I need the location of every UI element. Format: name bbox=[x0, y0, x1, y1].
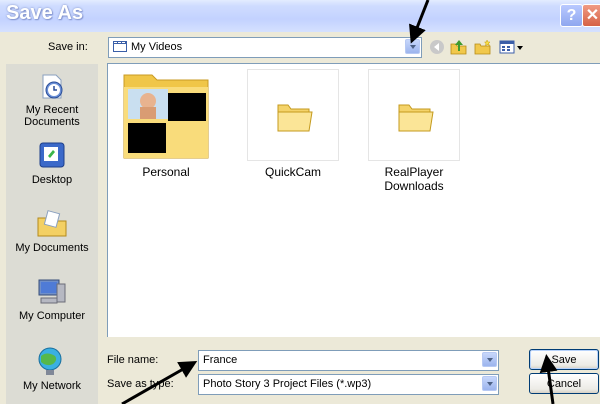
place-my-network[interactable]: My Network bbox=[6, 346, 98, 392]
folder-icon bbox=[247, 69, 339, 161]
place-desktop[interactable]: Desktop bbox=[6, 140, 98, 186]
photo-folder-icon bbox=[120, 69, 212, 161]
place-label: My Network bbox=[22, 380, 82, 392]
window-title: Save As bbox=[6, 2, 84, 24]
help-button[interactable]: ? bbox=[560, 4, 583, 27]
save-in-dropdown[interactable]: My Videos bbox=[108, 37, 422, 58]
save-button[interactable]: Save bbox=[529, 349, 599, 370]
desktop-icon bbox=[39, 142, 65, 168]
chevron-down-icon[interactable] bbox=[405, 39, 420, 54]
save-in-value: My Videos bbox=[131, 41, 183, 53]
place-label: My Computer bbox=[18, 310, 86, 322]
chevron-down-icon[interactable] bbox=[482, 376, 497, 391]
save-as-type-dropdown[interactable]: Photo Story 3 Project Files (*.wp3) bbox=[198, 374, 499, 395]
list-item[interactable]: QuickCam bbox=[245, 69, 341, 179]
video-folder-icon bbox=[113, 41, 127, 52]
places-bar: My Recent Documents Desktop My Documents… bbox=[6, 64, 98, 404]
file-name-label: File name: bbox=[107, 354, 159, 366]
recent-documents-icon bbox=[42, 74, 63, 99]
my-documents-icon bbox=[37, 210, 67, 237]
file-name-input[interactable]: France bbox=[198, 350, 499, 371]
chevron-down-icon[interactable] bbox=[482, 352, 497, 367]
place-label: My Recent Documents bbox=[24, 104, 80, 128]
file-name: Personal bbox=[142, 165, 190, 179]
save-as-type-value: Photo Story 3 Project Files (*.wp3) bbox=[203, 378, 372, 390]
place-my-recent-documents[interactable]: My Recent Documents bbox=[6, 72, 98, 128]
file-list[interactable]: Personal QuickCam RealPlayer Downloads bbox=[107, 63, 600, 337]
list-item[interactable]: Personal bbox=[118, 69, 214, 179]
cancel-button[interactable]: Cancel bbox=[529, 373, 599, 394]
new-folder-icon[interactable] bbox=[474, 39, 492, 55]
folder-icon bbox=[368, 69, 460, 161]
list-item[interactable]: RealPlayer Downloads bbox=[366, 69, 462, 193]
place-label: Desktop bbox=[31, 174, 73, 186]
back-icon[interactable] bbox=[429, 39, 445, 55]
save-as-type-label: Save as type: bbox=[107, 378, 174, 390]
close-button[interactable]: ✕ bbox=[582, 4, 600, 27]
title-bar[interactable]: Save As ? ✕ bbox=[0, 0, 600, 32]
view-menu-icon[interactable] bbox=[499, 39, 525, 55]
save-as-dialog: Save As ? ✕ Save in: My Videos My Recent… bbox=[0, 0, 600, 404]
place-my-computer[interactable]: My Computer bbox=[6, 276, 98, 322]
place-my-documents[interactable]: My Documents bbox=[6, 208, 98, 254]
file-name: QuickCam bbox=[264, 165, 321, 179]
up-folder-icon[interactable] bbox=[450, 39, 468, 55]
file-name: RealPlayer Downloads bbox=[384, 165, 444, 193]
my-computer-icon bbox=[38, 279, 66, 304]
place-label: My Documents bbox=[15, 242, 89, 254]
file-name-value: France bbox=[203, 354, 238, 366]
save-in-label: Save in: bbox=[48, 41, 88, 53]
my-network-icon bbox=[38, 347, 62, 375]
